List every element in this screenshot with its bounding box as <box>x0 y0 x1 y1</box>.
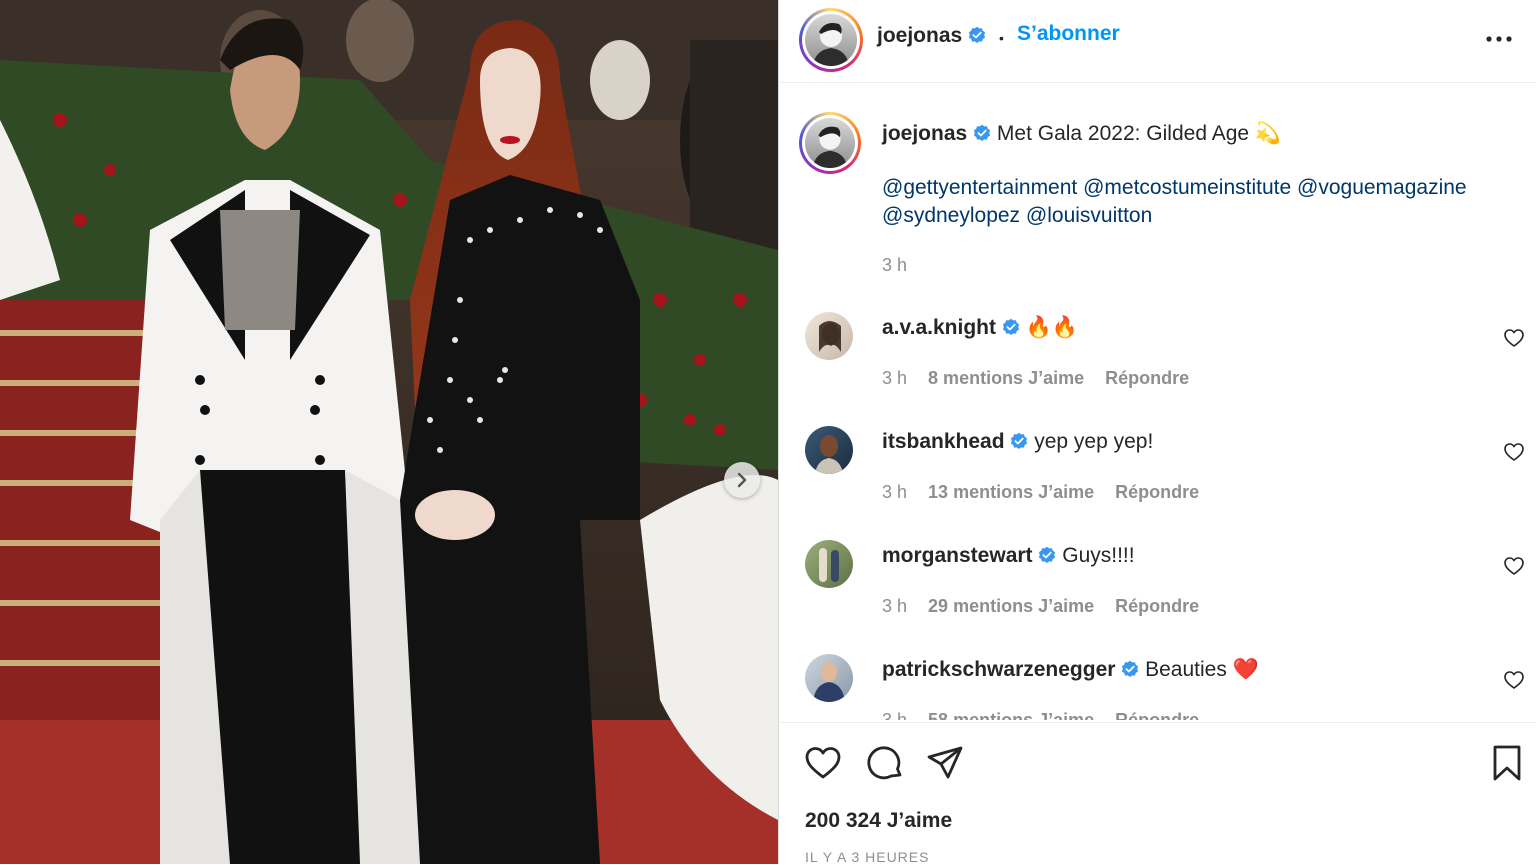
heart-icon[interactable] <box>1502 326 1526 350</box>
comment-username-text[interactable]: patrickschwarzenegger <box>882 658 1115 681</box>
author-avatar[interactable] <box>799 8 863 72</box>
tag-voguemagazine[interactable]: @voguemagazine <box>1297 176 1467 199</box>
comment-time: 3 h <box>882 710 908 720</box>
author-portrait-image <box>813 23 849 66</box>
heart-icon[interactable] <box>803 743 843 783</box>
caption-tags: @gettyentertainment @metcostumeinstitute… <box>882 174 1522 230</box>
heart-icon[interactable] <box>1502 668 1526 692</box>
heart-icon[interactable] <box>1502 440 1526 464</box>
commenter-avatar[interactable] <box>805 426 853 474</box>
comment-username[interactable]: a.v.a.knight 🔥🔥 <box>882 316 1078 340</box>
post-photo[interactable] <box>0 0 778 864</box>
like-count[interactable]: 200 324 J’aime <box>805 809 952 833</box>
met-gala-photo <box>0 0 778 864</box>
next-photo-button[interactable] <box>724 462 760 498</box>
tag-metcostumeinstitute[interactable]: @metcostumeinstitute <box>1083 176 1291 199</box>
reply-button[interactable]: Répondre <box>1115 710 1199 720</box>
comment-time: 3 h <box>882 482 908 502</box>
follow-button[interactable]: S’abonner <box>1017 22 1120 46</box>
post-actions: 200 324 J’aime IL Y A 3 HEURES <box>779 722 1536 865</box>
tag-louisvuitton[interactable]: @louisvuitton <box>1026 204 1152 227</box>
comment-item: a.v.a.knight 🔥🔥 3 h 8 mentions J’aime Ré… <box>779 312 1536 426</box>
more-options-icon <box>1486 36 1512 42</box>
author-username-text[interactable]: joejonas <box>877 24 962 47</box>
comment-text: 🔥🔥 <box>1025 316 1078 339</box>
comment-meta: 3 h 13 mentions J’aime Répondre <box>882 482 1199 503</box>
caption-author-portrait-image <box>812 126 848 168</box>
commenter-avatar[interactable] <box>805 654 853 702</box>
comment-username[interactable]: morganstewart Guys!!!! <box>882 544 1135 568</box>
post-header: joejonas • S’abonner <box>779 0 1536 83</box>
comment-likes[interactable]: 29 mentions J’aime <box>928 596 1094 616</box>
comment-item: itsbankhead yep yep yep! 3 h 13 mentions… <box>779 426 1536 540</box>
tag-gettyentertainment[interactable]: @gettyentertainment <box>882 176 1077 199</box>
commenter-avatar[interactable] <box>805 540 853 588</box>
tag-sydneylopez[interactable]: @sydneylopez <box>882 204 1020 227</box>
comment-username-text[interactable]: morganstewart <box>882 544 1033 567</box>
comment-text: yep yep yep! <box>1034 430 1154 453</box>
commenter-portrait-image <box>813 662 845 702</box>
comment-item: morganstewart Guys!!!! 3 h 29 mentions J… <box>779 540 1536 654</box>
commenter-portrait-image <box>819 548 839 582</box>
comment-time: 3 h <box>882 368 908 388</box>
comment-time: 3 h <box>882 596 908 616</box>
verified-badge-icon <box>1011 432 1028 449</box>
comment-likes[interactable]: 58 mentions J’aime <box>928 710 1094 720</box>
commenter-avatar[interactable] <box>805 312 853 360</box>
verified-badge-icon <box>973 124 991 141</box>
verified-badge-icon <box>1039 546 1056 563</box>
caption-author-avatar[interactable] <box>799 112 861 174</box>
comment-meta: 3 h 8 mentions J’aime Répondre <box>882 368 1189 389</box>
paper-plane-icon[interactable] <box>925 743 965 783</box>
header-separator: • <box>999 30 1004 46</box>
bookmark-icon[interactable] <box>1487 743 1527 783</box>
comment-username[interactable]: patrickschwarzenegger Beauties ❤️ <box>882 658 1259 682</box>
reply-button[interactable]: Répondre <box>1105 368 1189 388</box>
caption-username[interactable]: joejonas <box>882 122 967 145</box>
comment-text: Beauties ❤️ <box>1145 658 1259 681</box>
caption-line: joejonas Met Gala 2022: Gilded Age 💫 <box>882 122 1281 146</box>
comment-bubble-icon[interactable] <box>865 743 905 783</box>
comment-username-text[interactable]: a.v.a.knight <box>882 316 996 339</box>
heart-icon[interactable] <box>1502 554 1526 578</box>
author-username[interactable]: joejonas <box>877 24 986 48</box>
comment-likes[interactable]: 8 mentions J’aime <box>928 368 1084 388</box>
post-date: IL Y A 3 HEURES <box>805 849 930 865</box>
caption-text: Met Gala 2022: Gilded Age 💫 <box>996 122 1282 145</box>
reply-button[interactable]: Répondre <box>1115 596 1199 616</box>
commenter-portrait-image <box>815 435 843 474</box>
comments-list[interactable]: a.v.a.knight 🔥🔥 3 h 8 mentions J’aime Ré… <box>779 300 1536 720</box>
post-side-panel: joejonas • S’abonner joejonas Met Gala 2… <box>778 0 1536 865</box>
caption-timestamp: 3 h <box>882 255 908 275</box>
comment-text: Guys!!!! <box>1062 544 1135 567</box>
comment-item: patrickschwarzenegger Beauties ❤️ 3 h 58… <box>779 654 1536 720</box>
verified-badge-icon <box>1002 318 1019 335</box>
commenter-portrait-image <box>819 321 841 352</box>
comment-meta: 3 h 58 mentions J’aime Répondre <box>882 710 1199 720</box>
comment-meta: 3 h 29 mentions J’aime Répondre <box>882 596 1199 617</box>
comment-likes[interactable]: 13 mentions J’aime <box>928 482 1094 502</box>
chevron-right-icon <box>737 472 747 488</box>
verified-badge-icon <box>968 26 986 43</box>
verified-badge-icon <box>1122 660 1139 677</box>
comment-username-text[interactable]: itsbankhead <box>882 430 1005 453</box>
comment-username[interactable]: itsbankhead yep yep yep! <box>882 430 1153 454</box>
more-options-button[interactable] <box>1484 24 1514 54</box>
reply-button[interactable]: Répondre <box>1115 482 1199 502</box>
